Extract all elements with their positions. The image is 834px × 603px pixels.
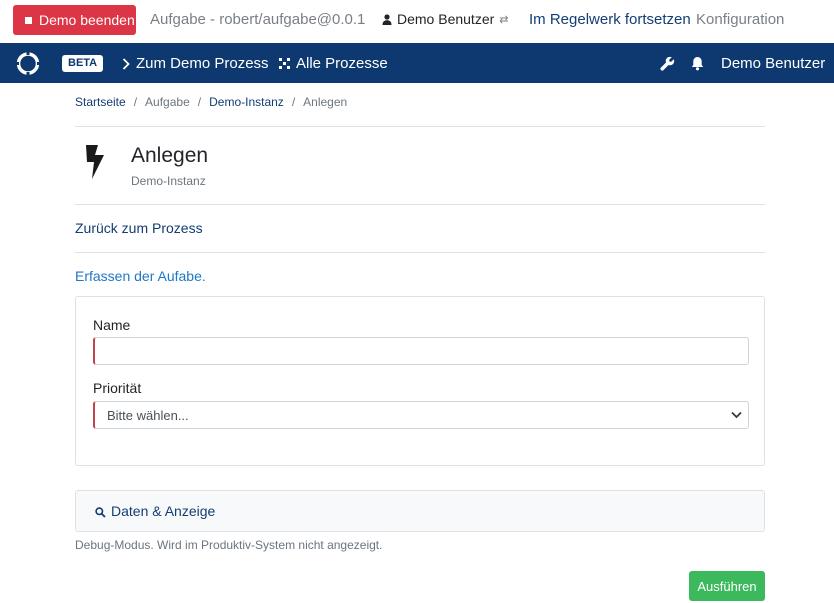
- demo-end-button[interactable]: Demo beenden: [13, 5, 136, 35]
- lightning-bolt-icon: [86, 145, 104, 179]
- grid-icon: [279, 58, 290, 69]
- nav-demo-process-label: Zum Demo Prozess: [136, 55, 269, 72]
- bell-icon[interactable]: [691, 56, 704, 71]
- breadcrumb: Startseite / Aufgabe / Demo-Instanz / An…: [75, 95, 347, 109]
- data-display-label: Daten & Anzeige: [111, 503, 216, 519]
- back-to-process-link[interactable]: Zurück zum Prozess: [75, 220, 203, 236]
- breadcrumb-current: Anlegen: [303, 95, 348, 109]
- search-icon: [95, 507, 106, 518]
- demo-bar: Demo beenden Aufgabe - robert/aufgabe@0.…: [0, 0, 834, 43]
- chevron-down-icon: [731, 411, 742, 419]
- breadcrumb-separator: /: [291, 95, 296, 109]
- divider: [75, 204, 765, 205]
- page-title: Anlegen: [131, 144, 209, 167]
- breadcrumb-instance[interactable]: Demo-Instanz: [209, 95, 284, 109]
- priority-label: Priorität: [93, 380, 142, 396]
- breadcrumb-separator: /: [197, 95, 202, 109]
- breadcrumb-task: Aufgabe: [145, 95, 190, 109]
- swap-icon: ⇄: [499, 13, 509, 26]
- configuration-link[interactable]: Konfiguration: [696, 11, 784, 28]
- execute-button[interactable]: Ausführen: [689, 571, 765, 601]
- continue-in-rules-link[interactable]: Im Regelwerk fortsetzen: [529, 11, 691, 28]
- nav-demo-process[interactable]: Zum Demo Prozess: [122, 55, 269, 72]
- beta-badge: BETA: [62, 55, 104, 72]
- wrench-icon[interactable]: [660, 56, 675, 71]
- priority-select[interactable]: Bitte wählen...: [93, 401, 749, 429]
- divider: [75, 126, 765, 127]
- demo-end-label: Demo beenden: [39, 12, 135, 28]
- main-navbar: BETA Zum Demo Prozess Alle Prozesse Demo…: [0, 43, 834, 83]
- name-label: Name: [93, 317, 131, 333]
- form-intro-text: Erfassen der Aufabe.: [75, 268, 206, 284]
- debug-mode-note: Debug-Modus. Wird im Produktiv-System ni…: [75, 538, 383, 552]
- nav-all-processes-label: Alle Prozesse: [296, 55, 388, 72]
- demo-task-label: Aufgabe - robert/aufgabe@0.0.1: [150, 11, 366, 28]
- task-form: Name Priorität Bitte wählen...: [75, 296, 765, 466]
- demo-user-label: Demo Benutzer: [397, 11, 495, 27]
- nav-user-menu[interactable]: Demo Benutzer: [721, 55, 825, 72]
- data-display-panel[interactable]: Daten & Anzeige: [75, 490, 765, 532]
- divider: [75, 252, 765, 253]
- breadcrumb-home[interactable]: Startseite: [75, 95, 126, 109]
- stop-icon: [25, 16, 32, 24]
- demo-user-switch[interactable]: Demo Benutzer ⇄: [382, 11, 509, 27]
- chevron-right-icon: [122, 57, 130, 70]
- app-logo-icon[interactable]: [14, 52, 42, 75]
- person-icon: [382, 13, 392, 25]
- page-subtitle: Demo-Instanz: [131, 174, 206, 188]
- name-input[interactable]: [93, 337, 749, 365]
- nav-all-processes[interactable]: Alle Prozesse: [279, 55, 388, 72]
- priority-selected-value: Bitte wählen...: [107, 407, 189, 423]
- breadcrumb-separator: /: [133, 95, 138, 109]
